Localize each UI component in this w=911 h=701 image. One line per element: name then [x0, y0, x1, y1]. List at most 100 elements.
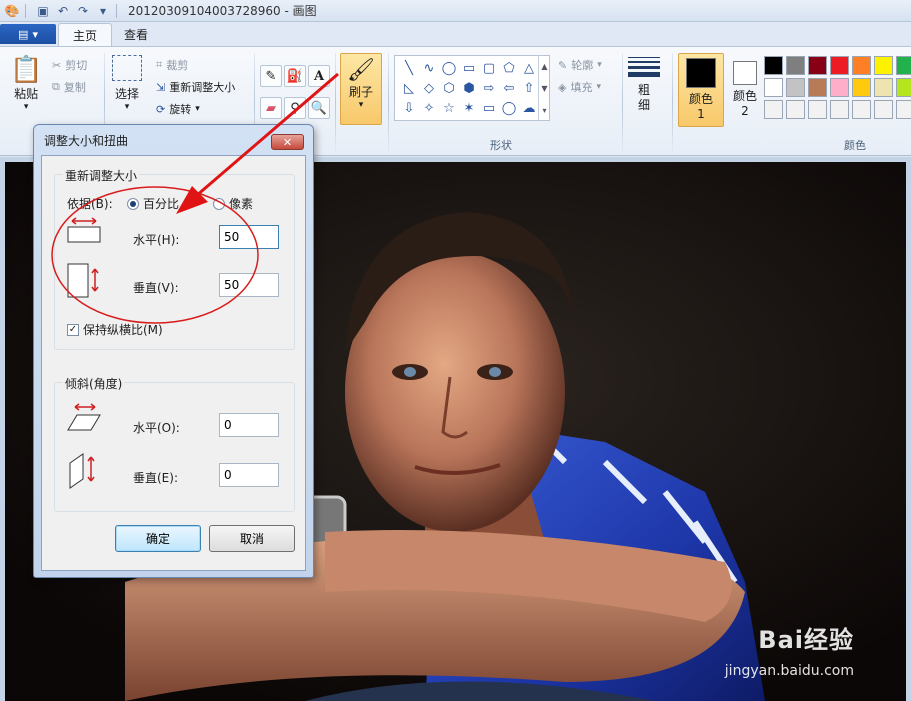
paint-app-icon[interactable]: 🎨 [4, 3, 20, 19]
color-swatch[interactable] [874, 56, 893, 75]
resize-button[interactable]: ⇲ 重新调整大小 [156, 79, 235, 95]
pixels-radio[interactable]: 像素 [213, 195, 253, 212]
shape-item[interactable]: ☁ [519, 98, 539, 118]
pencil-tool[interactable]: ✎ [260, 65, 282, 87]
dialog-close-button[interactable]: ✕ [271, 134, 304, 150]
ok-button[interactable]: 确定 [115, 525, 201, 552]
fill-button[interactable]: ◈ 填充 ▾ [558, 79, 601, 95]
shape-item[interactable]: ⇦ [499, 78, 519, 98]
skew-vertical-input[interactable] [219, 463, 279, 487]
color-swatch[interactable] [764, 56, 783, 75]
chevron-up-icon[interactable]: ▲ [541, 62, 547, 71]
color-swatch[interactable] [764, 78, 783, 97]
shape-item[interactable]: ⬡ [439, 78, 459, 98]
outline-button[interactable]: ✎ 轮廓 ▾ [558, 57, 602, 73]
horizontal-resize-input[interactable] [219, 225, 279, 249]
shape-item[interactable]: ◺ [399, 78, 419, 98]
color-swatch[interactable] [896, 78, 911, 97]
divider [335, 53, 336, 153]
dialog-title: 调整大小和扭曲 [44, 133, 129, 148]
shape-item[interactable]: ✶ [459, 98, 479, 118]
horizontal-label: 水平(H): [133, 233, 180, 247]
color-swatch[interactable] [830, 100, 849, 119]
magnifier-tool[interactable]: 🔍 [308, 97, 330, 119]
color-swatch[interactable] [786, 100, 805, 119]
color-swatch[interactable] [808, 78, 827, 97]
color-picker-tool[interactable]: ⚲ [284, 97, 306, 119]
shape-item[interactable]: ⬠ [499, 58, 519, 78]
color-swatch[interactable] [852, 100, 871, 119]
chevron-down-icon[interactable]: ▼ [541, 84, 547, 93]
shape-item[interactable]: ▢ [479, 58, 499, 78]
paint-menu-button[interactable]: ▤ ▾ [0, 24, 56, 44]
vertical-skew-icon [69, 453, 103, 489]
shape-item[interactable]: ◯ [499, 98, 519, 118]
color1-button[interactable]: 颜色 1 [678, 53, 724, 127]
dialog-body: 重新调整大小 依据(B): 百分比 像素 水平(H): 垂直(V): [41, 155, 306, 571]
text-tool[interactable]: A [308, 65, 330, 87]
color-swatch[interactable] [830, 56, 849, 75]
paste-button[interactable]: 📋 粘贴 ▾ [10, 55, 42, 112]
color-swatch[interactable] [852, 56, 871, 75]
color-palette [764, 56, 911, 120]
cut-label: 剪切 [65, 59, 88, 72]
color-swatch[interactable] [896, 100, 911, 119]
shape-item[interactable]: ✧ [419, 98, 439, 118]
select-button[interactable]: 选择 ▾ [112, 55, 142, 112]
redo-icon[interactable]: ↷ [75, 3, 91, 19]
shape-item[interactable]: ⬢ [459, 78, 479, 98]
shape-item[interactable]: ☆ [439, 98, 459, 118]
color-swatch[interactable] [896, 56, 911, 75]
color-swatch[interactable] [786, 78, 805, 97]
color-swatch[interactable] [808, 100, 827, 119]
chevron-down-icon: ▾ [597, 60, 602, 70]
colors-group-label: 颜色 [844, 139, 866, 152]
shape-item[interactable]: ◇ [419, 78, 439, 98]
save-icon[interactable]: ▣ [35, 3, 51, 19]
rotate-button[interactable]: ⟳ 旋转 ▾ [156, 101, 200, 117]
color1-label: 颜色 1 [689, 92, 714, 121]
shape-item[interactable]: ◯ [439, 58, 459, 78]
close-icon: ✕ [282, 135, 293, 149]
keep-aspect-ratio-label: 保持纵横比(M) [83, 323, 163, 337]
shape-item[interactable]: ⇧ [519, 78, 539, 98]
shape-item[interactable]: ⇨ [479, 78, 499, 98]
fill-tool[interactable]: ⛽ [284, 65, 306, 87]
color-swatch[interactable] [874, 78, 893, 97]
keep-aspect-ratio-checkbox[interactable]: ✓ 保持纵横比(M) [67, 321, 163, 338]
chevron-down-icon: ▾ [32, 27, 38, 41]
select-label: 选择 [114, 87, 139, 101]
copy-button[interactable]: ⧉ 复制 [52, 79, 86, 95]
color-swatch[interactable] [874, 100, 893, 119]
skew-vertical-label: 垂直(E): [133, 471, 178, 485]
shape-item[interactable]: ▭ [479, 98, 499, 118]
size-button[interactable]: 粗细 [628, 57, 660, 113]
shape-item[interactable]: ╲ [399, 58, 419, 78]
tab-view[interactable]: 查看 [110, 23, 162, 46]
undo-icon[interactable]: ↶ [55, 3, 71, 19]
cancel-button[interactable]: 取消 [209, 525, 295, 552]
color-swatch[interactable] [786, 56, 805, 75]
quick-access-dropdown-icon[interactable]: ▾ [95, 3, 111, 19]
shape-item[interactable]: ⇩ [399, 98, 419, 118]
color-swatch[interactable] [764, 100, 783, 119]
cut-button[interactable]: ✂ 剪切 [52, 57, 87, 73]
color2-button[interactable]: 颜色 2 [722, 53, 768, 127]
color-swatch[interactable] [830, 78, 849, 97]
percent-radio[interactable]: 百分比 [127, 195, 179, 212]
color-swatch[interactable] [852, 78, 871, 97]
title-bar: 🎨 ▣ ↶ ↷ ▾ 20120309104003728960 - 画图 [0, 0, 911, 22]
shape-item[interactable]: ∿ [419, 58, 439, 78]
color-swatch[interactable] [808, 56, 827, 75]
expand-icon[interactable]: ▾ [542, 106, 546, 115]
shape-item[interactable]: △ [519, 58, 539, 78]
crop-button[interactable]: ⌗ 裁剪 [156, 57, 188, 73]
tab-home[interactable]: 主页 [58, 23, 113, 46]
brush-button[interactable]: 🖌 刷子 ▾ [340, 53, 382, 125]
vertical-resize-input[interactable] [219, 273, 279, 297]
skew-horizontal-input[interactable] [219, 413, 279, 437]
eraser-tool[interactable]: ▰ [260, 97, 282, 119]
shapes-scroll[interactable]: ▲ ▼ ▾ [538, 55, 550, 121]
shape-item[interactable]: ▭ [459, 58, 479, 78]
color2-label: 颜色 2 [733, 89, 758, 118]
